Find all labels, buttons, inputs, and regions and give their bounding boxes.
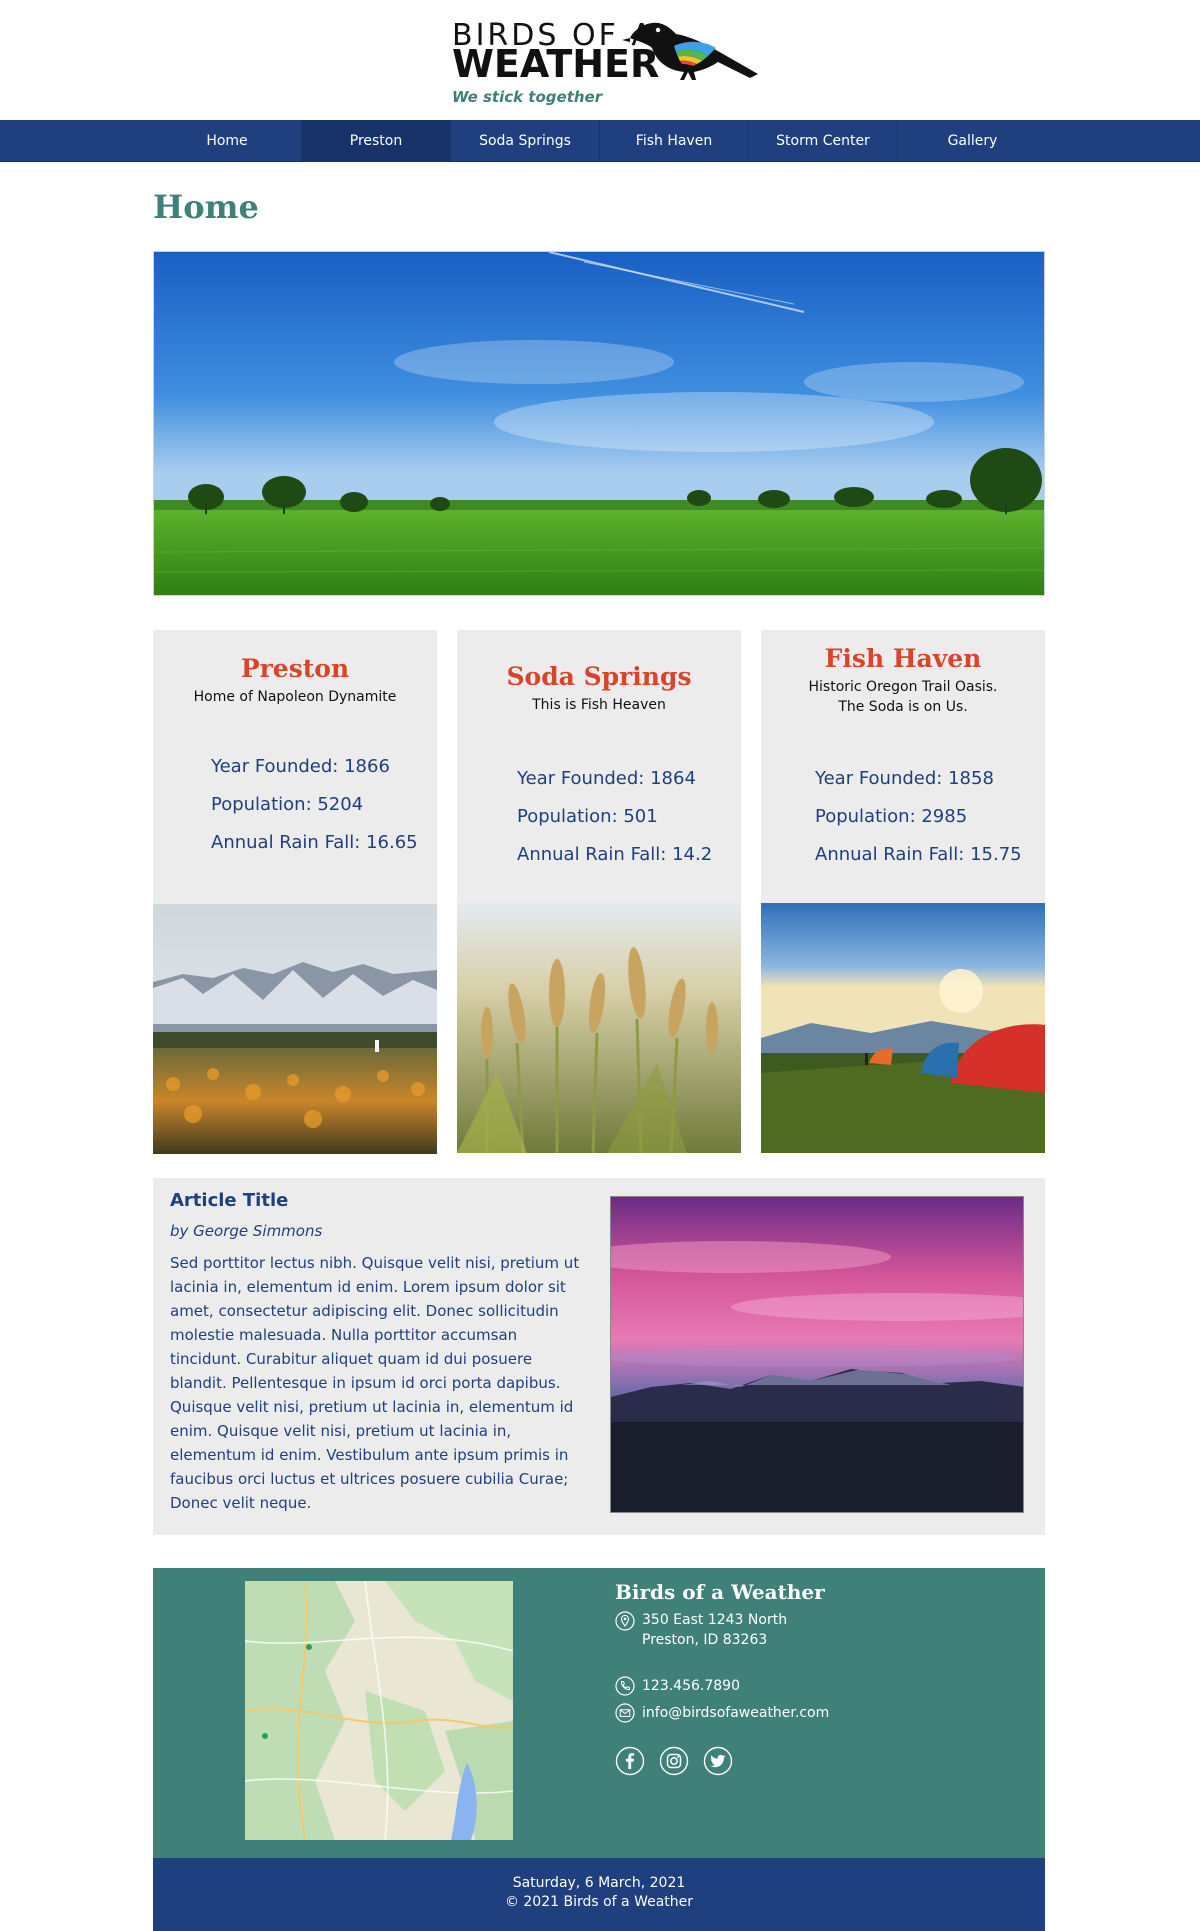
hero-landscape-illustration: [154, 252, 1044, 595]
copyright-bar: Saturday, 6 March, 2021 © 2021 Birds of …: [153, 1858, 1045, 1931]
town-population: Population: 2985: [815, 806, 968, 827]
town-card-preston: Preston Home of Napoleon Dynamite Year F…: [153, 630, 437, 1154]
hero-image: [153, 251, 1045, 596]
town-year-founded: Year Founded: 1866: [211, 756, 390, 777]
location-map[interactable]: [245, 1581, 513, 1840]
site-header: BIRDS OF A WEATHER We stick together: [0, 0, 1200, 120]
nav-item-fish-haven[interactable]: Fish Haven: [600, 120, 749, 162]
main-nav: Home Preston Soda Springs Fish Haven Sto…: [0, 120, 1200, 162]
contact-address-line2: Preston, ID 83263: [642, 1632, 768, 1648]
town-motto-line2: The Soda is on Us.: [838, 699, 968, 715]
logo-tagline: We stick together: [452, 88, 603, 106]
article-title: Article Title: [170, 1190, 289, 1211]
town-name: Soda Springs: [506, 662, 692, 691]
article-image: [610, 1196, 1024, 1513]
town-motto-line1: Historic Oregon Trail Oasis.: [808, 679, 998, 695]
current-date: Saturday, 6 March, 2021: [512, 1875, 686, 1891]
town-name: Preston: [240, 654, 350, 683]
nav-item-storm-center[interactable]: Storm Center: [749, 120, 898, 162]
town-population: Population: 501: [517, 806, 658, 827]
town-card-soda-springs: Soda Springs This is Fish Heaven Year Fo…: [457, 630, 741, 1153]
site-logo[interactable]: BIRDS OF A WEATHER We stick together: [450, 14, 760, 110]
town-year-founded: Year Founded: 1858: [815, 768, 994, 789]
facebook-icon[interactable]: [615, 1746, 645, 1776]
page-title: Home: [153, 188, 259, 226]
nav-item-gallery[interactable]: Gallery: [898, 120, 1047, 162]
contact-business-name: Birds of a Weather: [615, 1580, 825, 1604]
instagram-icon[interactable]: [659, 1746, 689, 1776]
article-body: Sed porttitor lectus nibh. Quisque velit…: [170, 1254, 580, 1512]
town-name: Fish Haven: [824, 644, 982, 673]
bird-logo-icon: [622, 22, 758, 80]
contact-section: Birds of a Weather 350 East 1243 North P…: [153, 1568, 1045, 1858]
copyright-text: © 2021 Birds of a Weather: [504, 1894, 694, 1910]
article-section: Article Title by George Simmons Sed port…: [153, 1178, 1045, 1535]
town-rainfall: Annual Rain Fall: 16.65: [211, 832, 418, 853]
phone-icon: [615, 1676, 635, 1696]
twitter-icon[interactable]: [703, 1746, 733, 1776]
town-image: [153, 904, 437, 1154]
town-rainfall: Annual Rain Fall: 15.75: [815, 844, 1022, 865]
town-year-founded: Year Founded: 1864: [517, 768, 696, 789]
town-card-fish-haven: Fish Haven Historic Oregon Trail Oasis. …: [761, 630, 1045, 1153]
nav-list: Home Preston Soda Springs Fish Haven Sto…: [153, 120, 997, 162]
town-motto: Home of Napoleon Dynamite: [193, 689, 397, 705]
town-rainfall: Annual Rain Fall: 14.2: [517, 844, 713, 865]
town-motto: This is Fish Heaven: [532, 697, 666, 713]
location-pin-icon: [615, 1611, 635, 1631]
email-icon: [615, 1703, 635, 1723]
contact-address-line1: 350 East 1243 North: [642, 1612, 788, 1628]
town-population: Population: 5204: [211, 794, 364, 815]
nav-item-soda-springs[interactable]: Soda Springs: [451, 120, 600, 162]
contact-phone[interactable]: 123.456.7890: [642, 1676, 740, 1696]
article-author: by George Simmons: [170, 1222, 323, 1240]
contact-email[interactable]: info@birdsofaweather.com: [642, 1703, 829, 1723]
nav-item-home[interactable]: Home: [153, 120, 302, 162]
town-image: [761, 903, 1045, 1153]
nav-item-preston[interactable]: Preston: [302, 120, 451, 162]
town-image: [457, 903, 741, 1153]
